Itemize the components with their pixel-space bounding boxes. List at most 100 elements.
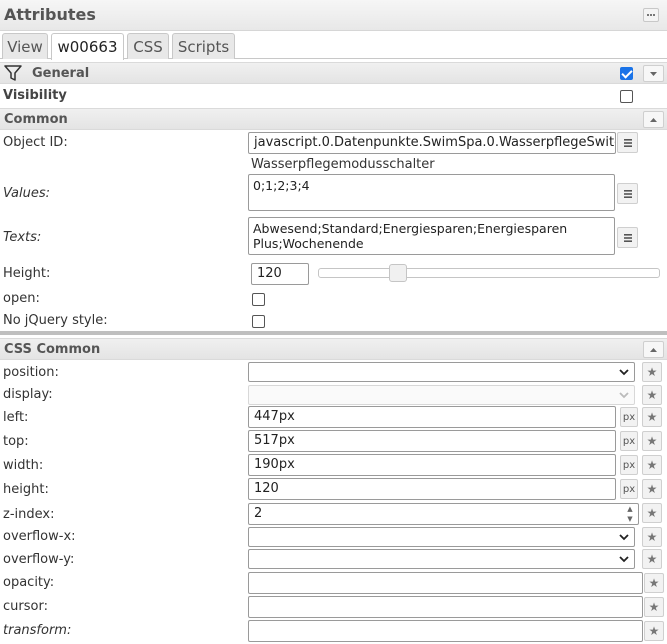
height-slider-track[interactable]: [318, 268, 660, 278]
object-id-input[interactable]: javascript.0.Datenpunkte.SwimSpa.0.Wasse…: [248, 132, 616, 154]
overflow-y-favorite-button[interactable]: ★: [642, 549, 662, 569]
z-index-value: 2: [254, 506, 263, 521]
star-icon: ★: [646, 410, 658, 424]
tab-bar: View w00663 CSS Scripts: [0, 31, 667, 60]
star-icon: ★: [646, 552, 658, 566]
visibility-row: Visibility: [0, 86, 667, 106]
no-jquery-label: No jQuery style:: [3, 313, 108, 328]
visibility-checkbox[interactable]: [620, 90, 633, 103]
z-index-label: z-index:: [3, 507, 55, 522]
star-icon: ★: [646, 506, 658, 520]
object-id-label: Object ID:: [3, 135, 68, 150]
chevron-up-icon: [650, 117, 657, 122]
css-height-unit-button[interactable]: px: [620, 479, 638, 499]
star-icon: ★: [646, 482, 658, 496]
cursor-input[interactable]: [248, 596, 643, 618]
top-favorite-button[interactable]: ★: [642, 431, 662, 451]
panel-menu-button[interactable]: [643, 8, 659, 22]
height-label: Height:: [3, 266, 51, 281]
display-select[interactable]: [248, 385, 635, 405]
star-icon: ★: [646, 365, 658, 379]
opacity-label: opacity:: [3, 575, 55, 590]
transform-label: transform:: [3, 623, 72, 638]
opacity-input[interactable]: [248, 572, 643, 594]
list-icon: [623, 189, 632, 198]
height-input[interactable]: 120: [251, 263, 309, 285]
css-height-input[interactable]: 120: [248, 478, 616, 500]
opacity-favorite-button[interactable]: ★: [644, 573, 664, 593]
section-title-common: Common: [4, 112, 68, 127]
section-general[interactable]: General: [0, 62, 667, 84]
list-icon: [623, 138, 632, 147]
tab-widget[interactable]: w00663: [51, 33, 124, 60]
overflow-x-label: overflow-x:: [3, 529, 76, 544]
top-input[interactable]: 517px: [248, 430, 616, 452]
star-icon: ★: [646, 434, 658, 448]
panel-title: Attributes: [4, 5, 96, 24]
overflow-y-select[interactable]: [248, 549, 635, 569]
css-common-collapse-button[interactable]: [643, 341, 664, 358]
cursor-label: cursor:: [3, 599, 48, 614]
left-favorite-button[interactable]: ★: [642, 407, 662, 427]
left-input[interactable]: 447px: [248, 406, 616, 428]
texts-edit-button[interactable]: [617, 227, 638, 248]
chevron-down-icon: [619, 556, 629, 563]
transform-input[interactable]: [248, 620, 643, 642]
css-height-label: height:: [3, 482, 49, 497]
common-collapse-button[interactable]: [643, 111, 664, 128]
z-index-spinner[interactable]: ▲ ▼: [624, 505, 636, 523]
width-input[interactable]: 190px: [248, 454, 616, 476]
star-icon: ★: [646, 530, 658, 544]
list-icon: [623, 233, 632, 242]
star-icon: ★: [648, 576, 660, 590]
position-label: position:: [3, 365, 59, 380]
overflow-x-favorite-button[interactable]: ★: [642, 527, 662, 547]
position-select[interactable]: [248, 362, 635, 382]
top-unit-button[interactable]: px: [620, 431, 638, 451]
css-height-favorite-button[interactable]: ★: [642, 479, 662, 499]
cursor-favorite-button[interactable]: ★: [644, 597, 664, 617]
select-object-button[interactable]: [617, 132, 638, 153]
object-id-name: Wasserpflegemodusschalter: [251, 157, 435, 172]
width-label: width:: [3, 458, 44, 473]
values-textarea[interactable]: 0;1;2;3;4: [248, 174, 615, 211]
values-label: Values:: [3, 186, 51, 201]
tab-scripts[interactable]: Scripts: [172, 33, 235, 59]
z-index-favorite-button[interactable]: ★: [642, 503, 662, 523]
star-icon: ★: [646, 458, 658, 472]
general-checkbox[interactable]: [620, 67, 633, 80]
width-favorite-button[interactable]: ★: [642, 455, 662, 475]
overflow-x-select[interactable]: [248, 527, 635, 547]
chevron-down-icon: [619, 392, 629, 399]
texts-textarea[interactable]: Abwesend;Standard;Energiesparen;Energies…: [248, 217, 615, 255]
star-icon: ★: [646, 388, 658, 402]
display-favorite-button[interactable]: ★: [642, 385, 662, 405]
chevron-down-icon: [619, 534, 629, 541]
star-icon: ★: [648, 600, 660, 614]
position-favorite-button[interactable]: ★: [642, 362, 662, 382]
transform-favorite-button[interactable]: ★: [644, 621, 664, 641]
left-label: left:: [3, 410, 29, 425]
z-index-input[interactable]: 2 ▲ ▼: [248, 503, 639, 525]
chevron-down-icon: [650, 71, 657, 76]
section-divider: [0, 331, 667, 335]
section-common[interactable]: Common: [0, 108, 667, 130]
tab-css[interactable]: CSS: [127, 33, 169, 59]
values-edit-button[interactable]: [617, 183, 638, 204]
general-expand-button[interactable]: [643, 65, 664, 82]
no-jquery-checkbox[interactable]: [252, 315, 265, 328]
open-checkbox[interactable]: [252, 293, 265, 306]
star-icon: ★: [648, 624, 660, 638]
chevron-up-icon: [650, 347, 657, 352]
height-slider-handle[interactable]: [389, 264, 408, 282]
section-title-visibility: Visibility: [3, 88, 67, 103]
funnel-icon: [4, 65, 22, 81]
width-unit-button[interactable]: px: [620, 455, 638, 475]
left-unit-button[interactable]: px: [620, 407, 638, 427]
display-label: display:: [3, 387, 53, 402]
tab-view[interactable]: View: [2, 33, 48, 59]
open-label: open:: [3, 291, 40, 306]
section-title-general: General: [32, 66, 90, 81]
overflow-y-label: overflow-y:: [3, 552, 75, 567]
section-css-common[interactable]: CSS Common: [0, 338, 667, 360]
